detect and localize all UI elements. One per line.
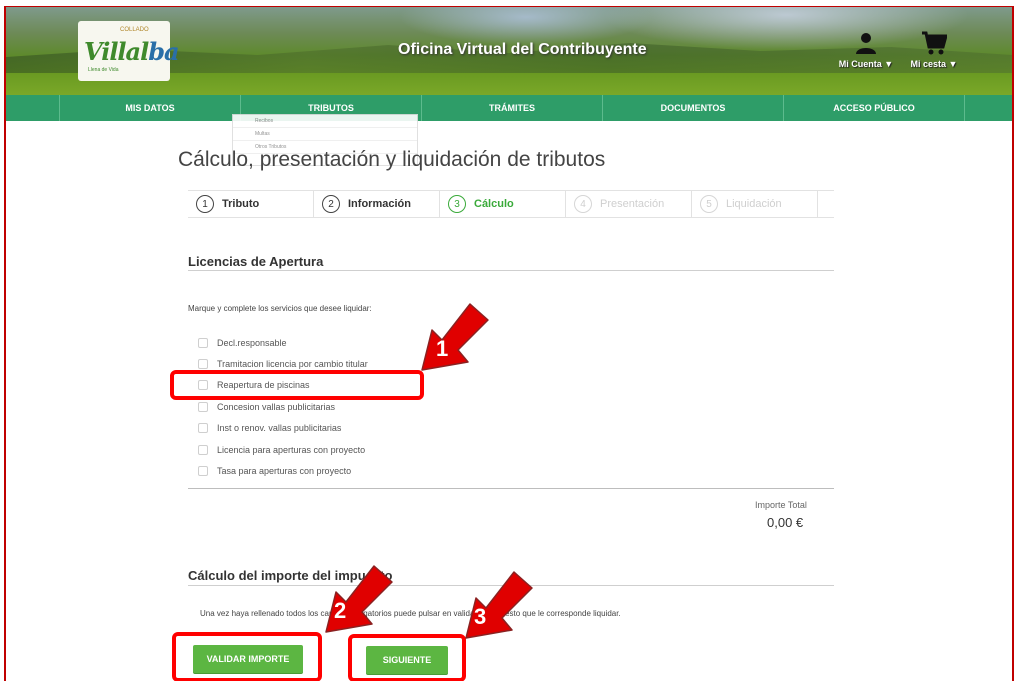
step-number: 5 — [700, 195, 718, 213]
option-licencia-proyecto[interactable]: Licencia para aperturas con proyecto — [198, 443, 428, 457]
step-presentacion: 4 Presentación — [566, 191, 692, 217]
calculo-instruction: Una vez haya rellenado todos los campos … — [200, 609, 621, 618]
option-tasa-proyecto[interactable]: Tasa para aperturas con proyecto — [198, 464, 428, 478]
option-concesion-vallas[interactable]: Concesion vallas publicitarias — [198, 400, 428, 414]
site-logo[interactable]: COLLADO Villalba Llena de Vida — [78, 21, 180, 81]
dropdown-item[interactable]: Multas — [233, 128, 417, 141]
step-liquidacion: 5 Liquidación — [692, 191, 818, 217]
annotation-arrow-1 — [421, 303, 489, 371]
annotation-number-3: 3 — [474, 604, 487, 629]
step-label: Tributo — [222, 198, 260, 210]
option-decl-responsable[interactable]: Decl.responsable — [198, 336, 428, 350]
step-number: 2 — [322, 195, 340, 213]
step-label: Presentación — [600, 198, 665, 210]
instruction-text: Marque y complete los servicios que dese… — [188, 304, 372, 313]
cart-menu[interactable]: Mi cesta ▼ — [904, 31, 964, 69]
section-divider — [188, 270, 834, 271]
nav-item-acceso-publico[interactable]: ACCESO PÚBLICO — [784, 95, 965, 121]
step-informacion[interactable]: 2 Información — [314, 191, 440, 217]
step-label: Liquidación — [726, 198, 782, 210]
annotation-number-2: 2 — [334, 598, 347, 623]
nav-item-tramites[interactable]: TRÁMITES — [422, 95, 603, 121]
wizard-steps: 1 Tributo 2 Información 3 Cálculo 4 Pres… — [188, 190, 834, 218]
total-value: 0,00 € — [767, 515, 804, 530]
total-label: Importe Total — [755, 500, 807, 510]
nav-item-documentos[interactable]: DOCUMENTOS — [603, 95, 784, 121]
highlight-validar — [172, 632, 322, 681]
step-label: Cálculo — [474, 198, 514, 210]
dropdown-item[interactable]: Recibos — [233, 115, 417, 128]
site-title: Oficina Virtual del Contribuyente — [398, 41, 647, 58]
account-menu[interactable]: Mi Cuenta ▼ — [836, 31, 896, 69]
nav-lead-spacer — [6, 95, 60, 121]
highlight-reapertura — [170, 370, 424, 400]
checkbox[interactable] — [198, 402, 208, 412]
checkbox[interactable] — [198, 338, 208, 348]
step-number: 1 — [196, 195, 214, 213]
nav-item-mis-datos[interactable]: MIS DATOS — [60, 95, 241, 121]
option-inst-renov-vallas[interactable]: Inst o renov. vallas publicitarias — [198, 421, 428, 435]
cart-icon — [922, 31, 947, 55]
checkbox[interactable] — [198, 445, 208, 455]
option-label: Tramitacion licencia por cambio titular — [217, 359, 368, 369]
option-cambio-titular[interactable]: Tramitacion licencia por cambio titular — [198, 357, 428, 371]
checkbox[interactable] — [198, 423, 208, 433]
option-label: Concesion vallas publicitarias — [217, 402, 336, 412]
logo-mark: Villalba — [84, 37, 180, 66]
main-nav: MIS DATOS TRIBUTOS TRÁMITES DOCUMENTOS A… — [6, 95, 1012, 121]
header-banner: COLLADO Villalba Llena de Vida Oficina V… — [6, 7, 1012, 95]
licencias-section-title: Licencias de Apertura — [188, 254, 324, 269]
total-divider — [188, 488, 834, 489]
page-title: Cálculo, presentación y liquidación de t… — [178, 148, 606, 171]
option-label: Licencia para aperturas con proyecto — [217, 445, 366, 455]
step-number: 3 — [448, 195, 466, 213]
step-calculo[interactable]: 3 Cálculo — [440, 191, 566, 217]
step-tributo[interactable]: 1 Tributo — [188, 191, 314, 217]
checkbox[interactable] — [198, 359, 208, 369]
logo-top-text: COLLADO — [120, 27, 149, 33]
step-number: 4 — [574, 195, 592, 213]
user-icon — [856, 33, 876, 54]
checkbox[interactable] — [198, 466, 208, 476]
logo-bottom-text: Llena de Vida — [88, 67, 119, 73]
cart-label: Mi cesta ▼ — [910, 59, 958, 69]
option-label: Tasa para aperturas con proyecto — [217, 466, 352, 476]
option-label: Inst o renov. vallas publicitarias — [217, 423, 342, 433]
annotation-number-1: 1 — [436, 336, 449, 361]
account-label: Mi Cuenta ▼ — [838, 59, 894, 69]
option-label: Decl.responsable — [217, 338, 287, 348]
step-label: Información — [348, 198, 411, 210]
